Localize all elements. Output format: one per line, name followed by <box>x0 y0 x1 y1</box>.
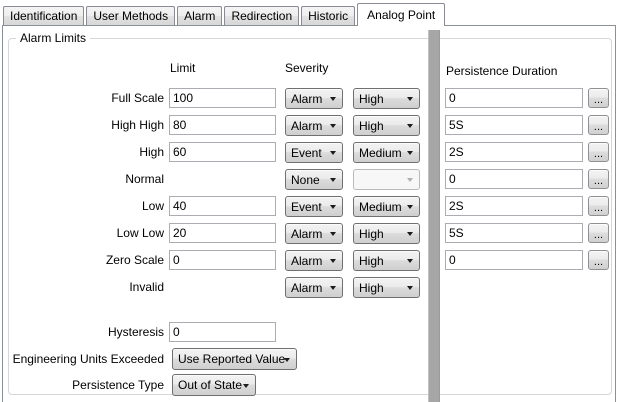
severity-type-value: Alarm <box>291 92 322 106</box>
severity-level-value: High <box>359 281 384 295</box>
severity-column-header: Severity <box>285 61 328 75</box>
chevron-down-icon <box>407 259 413 263</box>
chevron-down-icon <box>330 178 336 182</box>
limit-column-header: Limit <box>170 61 195 75</box>
chevron-down-icon <box>330 286 336 290</box>
chevron-down-icon <box>284 358 290 362</box>
severity-type-value: Alarm <box>291 227 322 241</box>
severity-type-select-low[interactable]: Event <box>285 196 343 217</box>
severity-level-select-invalid[interactable]: High <box>353 277 420 298</box>
chevron-down-icon <box>330 124 336 128</box>
row-label-zero-scale: Zero Scale <box>106 253 164 267</box>
vertical-splitter[interactable] <box>428 30 440 402</box>
severity-level-select-high-high[interactable]: High <box>353 115 420 136</box>
chevron-down-icon <box>407 97 413 101</box>
severity-type-value: Alarm <box>291 281 322 295</box>
severity-level-select-normal <box>353 169 420 190</box>
persistence-browse-button-full-scale[interactable]: ... <box>588 88 609 108</box>
tab-bar: Identification User Methods Alarm Redire… <box>3 3 447 25</box>
severity-type-value: Alarm <box>291 254 322 268</box>
persistence-input-high[interactable] <box>445 142 583 162</box>
severity-type-select-normal[interactable]: None <box>285 169 343 190</box>
chevron-down-icon <box>407 232 413 236</box>
hysteresis-input[interactable] <box>169 322 276 342</box>
severity-type-select-invalid[interactable]: Alarm <box>285 277 343 298</box>
limit-input-high[interactable] <box>169 142 276 162</box>
engineering-units-exceeded-label: Engineering Units Exceeded <box>13 352 164 366</box>
persistence-input-normal[interactable] <box>445 169 583 189</box>
chevron-down-icon <box>243 384 249 388</box>
chevron-down-icon <box>407 178 413 182</box>
engineering-units-exceeded-value: Use Reported Value <box>178 352 285 366</box>
tab-alarm[interactable]: Alarm <box>177 6 222 25</box>
persistence-type-value: Out of State <box>178 378 242 392</box>
row-label-high: High <box>139 145 164 159</box>
persistence-type-select[interactable]: Out of State <box>172 374 256 396</box>
chevron-down-icon <box>407 151 413 155</box>
chevron-down-icon <box>330 97 336 101</box>
persistence-input-full-scale[interactable] <box>445 88 583 108</box>
severity-type-value: None <box>291 173 320 187</box>
severity-level-value: Medium <box>359 146 402 160</box>
persistence-browse-button-low[interactable]: ... <box>588 196 609 216</box>
severity-level-select-low[interactable]: Medium <box>353 196 420 217</box>
limit-input-low[interactable] <box>169 196 276 216</box>
chevron-down-icon <box>330 205 336 209</box>
persistence-browse-button-normal[interactable]: ... <box>588 169 609 189</box>
persistence-duration-column-header: Persistence Duration <box>446 64 557 78</box>
persistence-input-zero-scale[interactable] <box>445 250 583 270</box>
severity-type-select-low-low[interactable]: Alarm <box>285 223 343 244</box>
chevron-down-icon <box>330 151 336 155</box>
severity-level-value: High <box>359 119 384 133</box>
engineering-units-exceeded-select[interactable]: Use Reported Value <box>172 348 297 370</box>
persistence-input-high-high[interactable] <box>445 115 583 135</box>
severity-type-value: Alarm <box>291 119 322 133</box>
severity-type-value: Event <box>291 200 322 214</box>
alarm-limits-group-title: Alarm Limits <box>16 31 90 45</box>
persistence-browse-button-high[interactable]: ... <box>588 142 609 162</box>
persistence-browse-button-zero-scale[interactable]: ... <box>588 250 609 270</box>
persistence-input-low-low[interactable] <box>445 223 583 243</box>
chevron-down-icon <box>407 205 413 209</box>
persistence-browse-button-high-high[interactable]: ... <box>588 115 609 135</box>
tab-identification[interactable]: Identification <box>3 6 84 25</box>
persistence-input-low[interactable] <box>445 196 583 216</box>
limit-input-low-low[interactable] <box>169 223 276 243</box>
tab-redirection[interactable]: Redirection <box>224 6 299 25</box>
severity-level-select-full-scale[interactable]: High <box>353 88 420 109</box>
severity-level-select-low-low[interactable]: High <box>353 223 420 244</box>
tab-historic[interactable]: Historic <box>301 6 355 25</box>
severity-level-select-zero-scale[interactable]: High <box>353 250 420 271</box>
chevron-down-icon <box>407 286 413 290</box>
severity-level-value: High <box>359 92 384 106</box>
hysteresis-label: Hysteresis <box>108 325 164 339</box>
row-label-high-high: High High <box>111 118 164 132</box>
severity-type-select-zero-scale[interactable]: Alarm <box>285 250 343 271</box>
chevron-down-icon <box>330 232 336 236</box>
tab-analog-point[interactable]: Analog Point <box>357 3 445 26</box>
chevron-down-icon <box>330 259 336 263</box>
severity-type-select-full-scale[interactable]: Alarm <box>285 88 343 109</box>
severity-type-select-high-high[interactable]: Alarm <box>285 115 343 136</box>
severity-type-select-high[interactable]: Event <box>285 142 343 163</box>
severity-level-value: High <box>359 227 384 241</box>
limit-input-high-high[interactable] <box>169 115 276 135</box>
chevron-down-icon <box>407 124 413 128</box>
analog-point-dialog: Identification User Methods Alarm Redire… <box>0 0 617 402</box>
row-label-invalid: Invalid <box>129 280 164 294</box>
severity-level-value: High <box>359 254 384 268</box>
severity-level-select-high[interactable]: Medium <box>353 142 420 163</box>
limit-input-full-scale[interactable] <box>169 88 276 108</box>
severity-type-value: Event <box>291 146 322 160</box>
row-label-normal: Normal <box>125 172 164 186</box>
severity-level-value: Medium <box>359 200 402 214</box>
persistence-type-label: Persistence Type <box>72 378 164 392</box>
limit-input-zero-scale[interactable] <box>169 250 276 270</box>
row-label-low: Low <box>142 199 164 213</box>
row-label-full-scale: Full Scale <box>111 91 164 105</box>
persistence-browse-button-low-low[interactable]: ... <box>588 223 609 243</box>
tab-user-methods[interactable]: User Methods <box>86 6 175 25</box>
row-label-low-low: Low Low <box>117 226 164 240</box>
